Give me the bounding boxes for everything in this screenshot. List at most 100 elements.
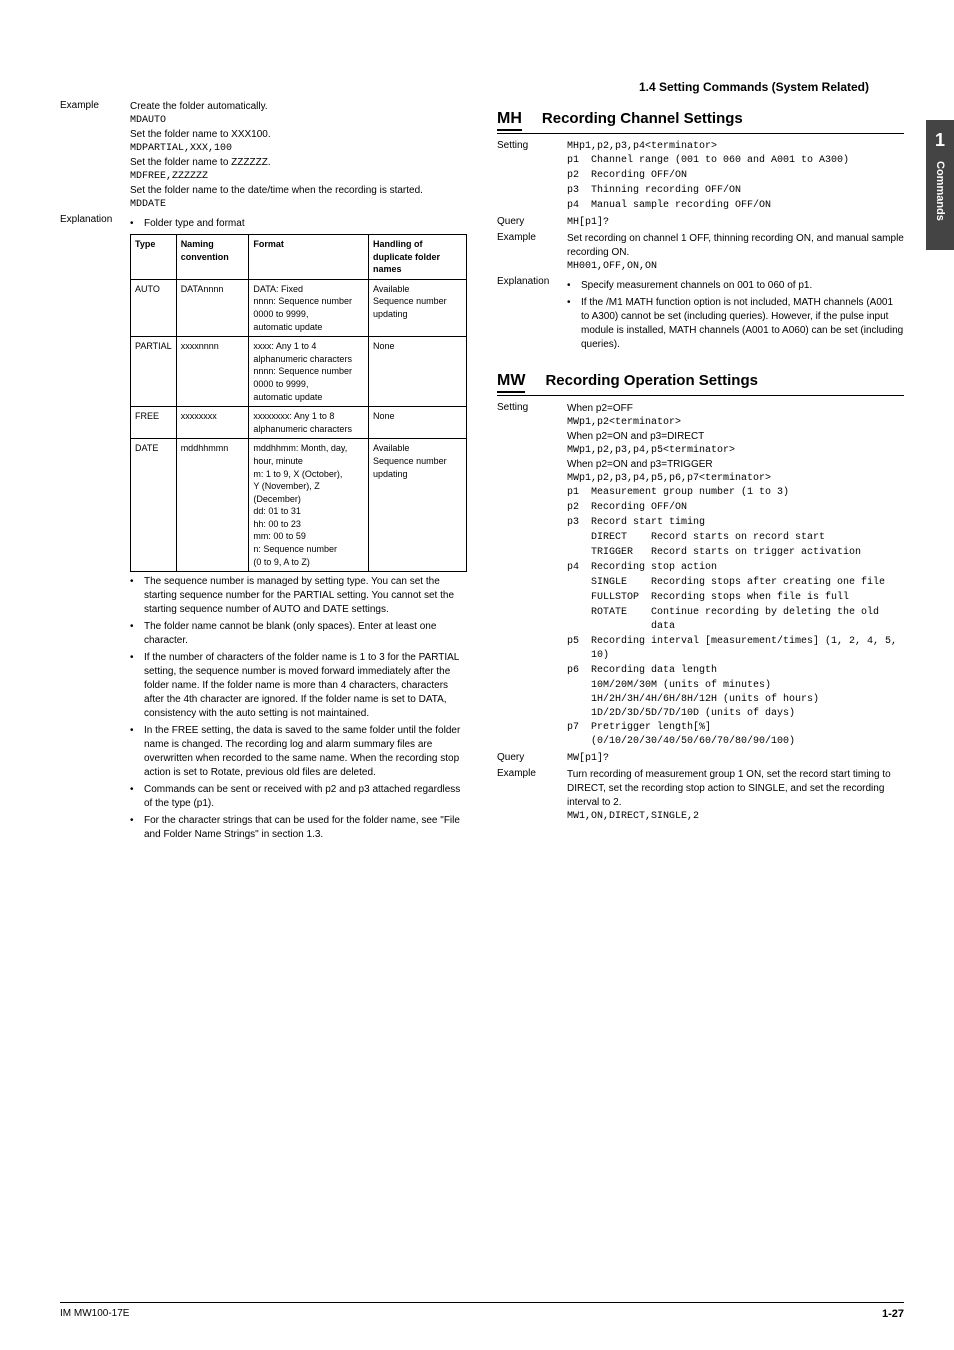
right-column: MH Recording Channel Settings Setting MH…	[497, 100, 904, 844]
sub-param: ROTATEContinue recording by deleting the…	[591, 606, 904, 634]
mh-query: MH[p1]?	[567, 216, 904, 230]
table-row: DATEmddhhmmnmddhhmm: Month, day, hour, m…	[131, 439, 467, 572]
param-desc: Recording stop action	[591, 561, 904, 575]
table-cell: mddhhmmn	[176, 439, 249, 572]
table-header: Naming convention	[176, 235, 249, 280]
example-text: Create the folder automatically.	[130, 100, 467, 114]
table-cell: xxxxxxxx	[176, 407, 249, 439]
bullet: •Commands can be sent or received with p…	[130, 783, 467, 811]
table-cell: Available Sequence number updating	[369, 279, 467, 336]
bullet: •For the character strings that can be u…	[130, 814, 467, 842]
table-cell: DATA: Fixed nnnn: Sequence number 0000 t…	[249, 279, 369, 336]
param-line: 1D/2D/3D/5D/7D/10D (units of days)	[591, 707, 904, 721]
mh-syntax: MHp1,p2,p3,p4<terminator>	[567, 140, 904, 154]
explanation-label: Explanation	[60, 214, 130, 225]
bullet: •The sequence number is managed by setti…	[130, 575, 467, 617]
param-desc: Recording data length	[591, 664, 904, 678]
table-cell: DATE	[131, 439, 177, 572]
left-column: Example Create the folder automatically.…	[60, 100, 467, 844]
table-cell: xxxxxxxx: Any 1 to 8 alphanumeric charac…	[249, 407, 369, 439]
param-line: 10M/20M/30M (units of minutes)	[591, 679, 904, 693]
mh-header: MH Recording Channel Settings	[497, 110, 904, 134]
example-label: Example	[497, 768, 567, 779]
param-name: p4	[567, 561, 591, 575]
setting-label: Setting	[497, 140, 567, 151]
table-cell: None	[369, 407, 467, 439]
footer: IM MW100-17E 1-27	[60, 1302, 904, 1320]
sub-param: DIRECTRecord starts on record start	[591, 531, 904, 545]
mw-query: MW[p1]?	[567, 752, 904, 766]
param-line: 1H/2H/3H/4H/6H/8H/12H (units of hours)	[591, 693, 904, 707]
chapter-label: Commands	[934, 161, 946, 221]
table-cell: xxxx: Any 1 to 4 alphanumeric characters…	[249, 337, 369, 407]
mh-example-text: Set recording on channel 1 OFF, thinning…	[567, 232, 904, 260]
bullet: •In the FREE setting, the data is saved …	[130, 724, 467, 780]
mw-syntax: MWp1,p2<terminator>	[567, 416, 904, 430]
table-row: PARTIALxxxxnnnnxxxx: Any 1 to 4 alphanum…	[131, 337, 467, 407]
param-name: p6	[567, 664, 591, 678]
format-table: TypeNaming conventionFormatHandling of d…	[130, 234, 467, 572]
exp-bullet: Folder type and format	[144, 217, 467, 231]
mw-cmd: MW	[497, 372, 525, 393]
sub-param: FULLSTOPRecording stops when file is ful…	[591, 591, 904, 605]
bullet: •Specify measurement channels on 001 to …	[567, 279, 904, 293]
table-cell: mddhhmm: Month, day, hour, minute m: 1 t…	[249, 439, 369, 572]
page-number: 1-27	[882, 1308, 904, 1320]
mh-example-code: MH001,OFF,ON,ON	[567, 260, 904, 274]
table-row: FREExxxxxxxxxxxxxxxx: Any 1 to 8 alphanu…	[131, 407, 467, 439]
example-line: MDDATE	[130, 198, 467, 212]
mw-cond: When p2=ON and p3=TRIGGER	[567, 458, 904, 472]
footer-left: IM MW100-17E	[60, 1308, 129, 1320]
example-line: MDAUTO	[130, 114, 467, 128]
mh-cmd: MH	[497, 110, 522, 131]
mw-example-code: MW1,ON,DIRECT,SINGLE,2	[567, 810, 904, 824]
bullet: •The folder name cannot be blank (only s…	[130, 620, 467, 648]
bullet: •If the number of characters of the fold…	[130, 651, 467, 721]
section-header: 1.4 Setting Commands (System Related)	[639, 80, 869, 94]
explanation-content: •Folder type and format TypeNaming conve…	[130, 214, 467, 842]
mw-cond: When p2=OFF	[567, 402, 904, 416]
explanation-label: Explanation	[497, 276, 567, 287]
param-name: p5	[567, 635, 591, 649]
example-line: Set the folder name to the date/time whe…	[130, 184, 467, 198]
table-cell: xxxxnnnn	[176, 337, 249, 407]
page: 1.4 Setting Commands (System Related) 1 …	[0, 0, 954, 1350]
mh-title: Recording Channel Settings	[542, 110, 743, 127]
sub-param: SINGLERecording stops after creating one…	[591, 576, 904, 590]
mw-title: Recording Operation Settings	[545, 372, 758, 389]
setting-label: Setting	[497, 402, 567, 413]
bullet: •If the /M1 MATH function option is not …	[567, 296, 904, 352]
table-cell: FREE	[131, 407, 177, 439]
table-cell: Available Sequence number updating	[369, 439, 467, 572]
mw-header: MW Recording Operation Settings	[497, 372, 904, 396]
table-header: Handling of duplicate folder names	[369, 235, 467, 280]
param-desc: Pretrigger length[%] (0/10/20/30/40/50/6…	[591, 721, 904, 749]
example-line: Set the folder name to ZZZZZZ.	[130, 156, 467, 170]
sub-param: TRIGGERRecord starts on trigger activati…	[591, 546, 904, 560]
param-desc: Recording interval [measurement/times] (…	[591, 635, 904, 663]
mw-cond: When p2=ON and p3=DIRECT	[567, 430, 904, 444]
example-label: Example	[497, 232, 567, 243]
example-line: Set the folder name to XXX100.	[130, 128, 467, 142]
param: p3Thinning recording OFF/ON	[567, 184, 904, 198]
table-header: Format	[249, 235, 369, 280]
mw-syntax: MWp1,p2,p3,p4,p5,p6,p7<terminator>	[567, 472, 904, 486]
table-header: Type	[131, 235, 177, 280]
param: p2Recording OFF/ON	[567, 501, 904, 515]
example-line: MDFREE,ZZZZZZ	[130, 170, 467, 184]
example-line: MDPARTIAL,XXX,100	[130, 142, 467, 156]
mw-example-text: Turn recording of measurement group 1 ON…	[567, 768, 904, 810]
param: p4Manual sample recording OFF/ON	[567, 199, 904, 213]
table-cell: None	[369, 337, 467, 407]
table-row: AUTODATAnnnnDATA: Fixed nnnn: Sequence n…	[131, 279, 467, 336]
param-name: p7	[567, 721, 591, 735]
param-name: p3	[567, 516, 591, 530]
param-desc: Record start timing	[591, 516, 904, 530]
param: p2Recording OFF/ON	[567, 169, 904, 183]
param: p1Channel range (001 to 060 and A001 to …	[567, 154, 904, 168]
table-cell: PARTIAL	[131, 337, 177, 407]
side-tab: 1 Commands	[926, 120, 954, 250]
table-cell: AUTO	[131, 279, 177, 336]
chapter-number: 1	[935, 130, 945, 151]
example-label: Example	[60, 100, 130, 111]
